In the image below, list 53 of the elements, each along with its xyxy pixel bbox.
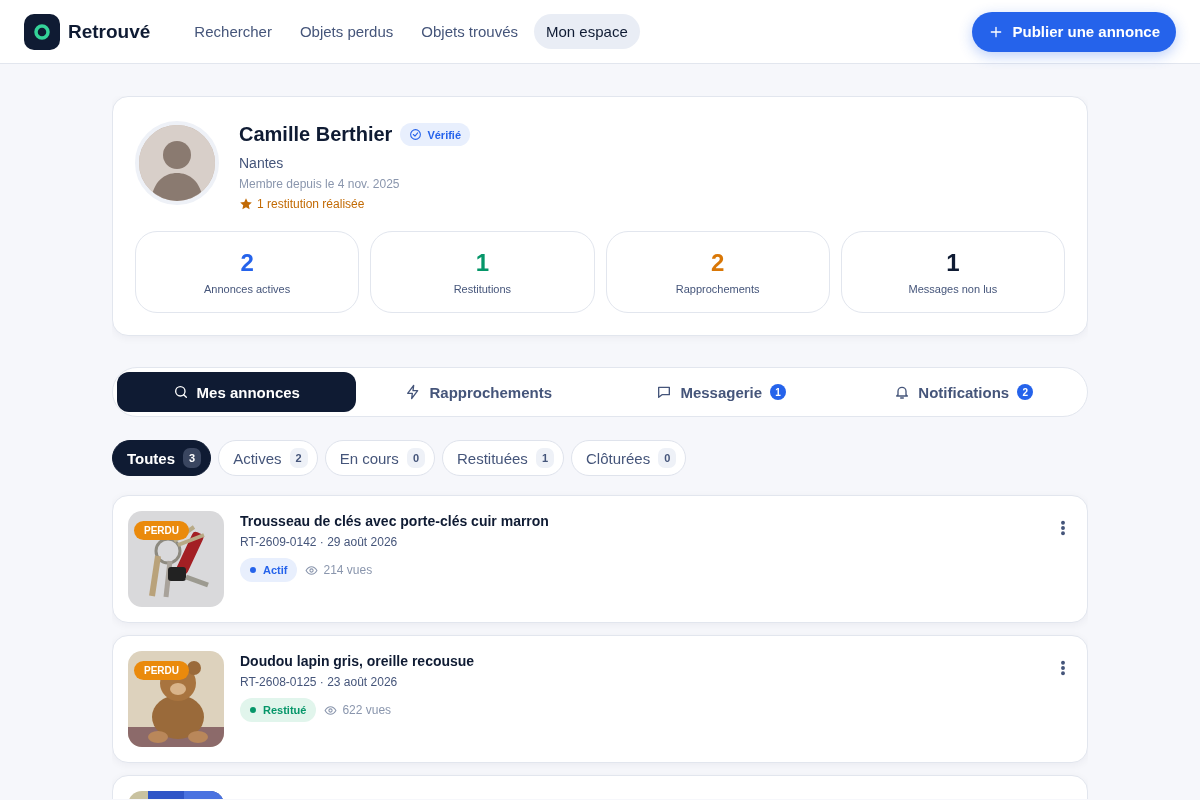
star-icon bbox=[239, 197, 253, 211]
stat-label: Annonces actives bbox=[204, 283, 291, 295]
verified-badge: Vérifié bbox=[400, 123, 471, 146]
stat-label: Restitutions bbox=[453, 283, 512, 295]
status-badge: Actif bbox=[240, 558, 298, 582]
publish-button[interactable]: Publier une annonce bbox=[972, 11, 1176, 52]
filter-chip[interactable]: Restituées 1 bbox=[442, 440, 564, 476]
stat-label: Messages non lus bbox=[908, 283, 998, 295]
stat-label: Rapprochements bbox=[675, 283, 760, 295]
nav-link[interactable]: Objets perdus bbox=[287, 14, 406, 49]
count-badge: 0 bbox=[406, 448, 425, 468]
stat-value: 2 bbox=[710, 249, 725, 277]
view-count: 214 vues bbox=[323, 563, 373, 577]
status-badge: Restitué bbox=[240, 698, 317, 722]
count-badge: 1 bbox=[770, 384, 787, 400]
bell-icon bbox=[894, 384, 911, 400]
user-city: Nantes bbox=[239, 155, 285, 171]
filter-chip[interactable]: Toutes 3 bbox=[112, 440, 212, 476]
count-badge: 3 bbox=[183, 448, 202, 468]
listing-reference: RT-2609-0142 · 29 août 2026 bbox=[240, 535, 399, 549]
chat-bubble-icon bbox=[656, 384, 673, 400]
count-badge: 2 bbox=[289, 448, 308, 468]
listing-reference: RT-2608-0125 · 23 août 2026 bbox=[240, 675, 399, 689]
tab[interactable]: Notifications 2 bbox=[844, 372, 1083, 412]
user-name: Camille Berthier bbox=[239, 123, 393, 146]
eye-icon bbox=[324, 703, 338, 717]
filter-chip[interactable]: Clôturées 0 bbox=[571, 440, 687, 476]
count-badge: 0 bbox=[658, 448, 677, 468]
nav-link[interactable]: Rechercher bbox=[182, 14, 284, 49]
listing-title: Doudou lapin gris, oreille recousue bbox=[240, 653, 476, 669]
count-badge: 1 bbox=[535, 448, 554, 468]
search-icon bbox=[172, 384, 189, 400]
listing-title: Trousseau de clés avec porte-clés cuir marron bbox=[240, 513, 550, 529]
tab[interactable]: Mes annonces bbox=[117, 372, 356, 412]
view-count: 622 vues bbox=[342, 703, 392, 717]
count-badge: 2 bbox=[1017, 384, 1034, 400]
stat-value: 2 bbox=[240, 249, 254, 277]
eye-icon bbox=[305, 563, 319, 577]
restitution-count: 1 restitution réalisée bbox=[257, 197, 365, 211]
tab[interactable]: Messagerie 1 bbox=[602, 372, 841, 412]
filter-chip[interactable]: Actives 2 bbox=[218, 440, 318, 476]
check-circle-icon bbox=[409, 128, 423, 141]
lost-tag: PERDU bbox=[134, 521, 189, 540]
lost-tag: PERDU bbox=[134, 661, 189, 680]
stat-value: 1 bbox=[475, 249, 490, 277]
tab[interactable]: Rapprochements bbox=[359, 372, 598, 412]
nav-link[interactable]: Objets trouvés bbox=[409, 14, 530, 49]
stat-value: 1 bbox=[946, 249, 960, 277]
nav-link[interactable]: Mon espace bbox=[534, 14, 640, 49]
member-since: Membre depuis le 4 nov. 2025 bbox=[239, 177, 401, 191]
filter-chip[interactable]: En cours 0 bbox=[324, 440, 435, 476]
brand-name: Retrouvé bbox=[68, 20, 151, 43]
logo-icon[interactable] bbox=[24, 13, 60, 50]
